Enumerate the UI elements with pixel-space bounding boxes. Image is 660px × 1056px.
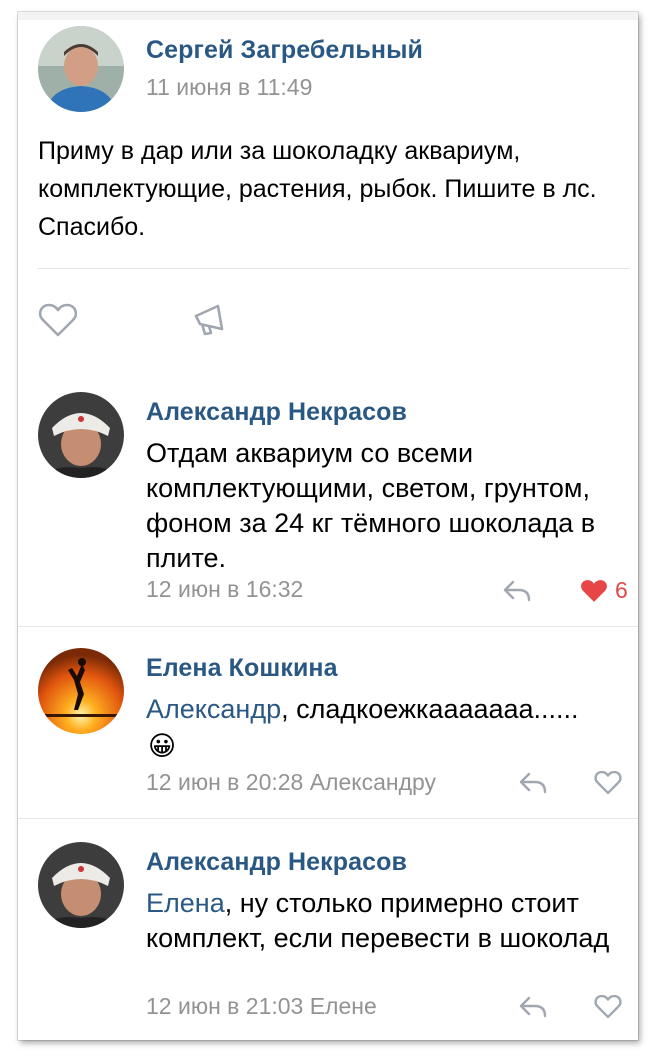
comment-like-button[interactable] [594, 770, 622, 800]
post-share-button[interactable] [192, 302, 232, 343]
post-author-avatar[interactable] [38, 26, 124, 112]
comment-text: Отдам аквариум со всеми комплектующими, … [146, 438, 596, 573]
reply-arrow-icon [519, 996, 547, 1018]
heart-outline-icon [594, 770, 622, 795]
comment-text: Александр, сладкоежкааааааа...... [146, 694, 579, 724]
avatar-photo-icon [38, 392, 124, 478]
post-author-name[interactable]: Сергей Загребельный [146, 36, 423, 65]
post-text: Приму в дар или за шоколадку аквариум, к… [38, 137, 597, 241]
comment-meta[interactable]: 12 июн в 16:32 [146, 576, 303, 603]
heart-filled-icon [581, 580, 607, 602]
comment-divider [18, 626, 638, 627]
post-date[interactable]: 11 июня в 11:49 [146, 74, 312, 101]
comment-divider [18, 818, 638, 819]
megaphone-icon [194, 304, 224, 336]
heart-outline-icon [38, 303, 78, 337]
avatar-photo-icon [38, 842, 124, 928]
smile-emoji-icon: 😀 [148, 731, 177, 761]
reply-button[interactable] [518, 771, 548, 800]
mention-link[interactable]: Александр [146, 694, 281, 724]
post-divider [38, 268, 630, 269]
comment-text: Елена, ну столько примерно стоит комплек… [146, 888, 610, 953]
post-card: Сергей Загребельный 11 июня в 11:49 Прим… [18, 12, 638, 1040]
comment-meta[interactable]: 12 июн в 20:28 Александру [146, 769, 436, 796]
comment-author-name[interactable]: Елена Кошкина [146, 654, 338, 683]
comment-like-button[interactable] [579, 578, 609, 609]
avatar-photo-icon [38, 26, 124, 112]
like-count: 6 [615, 577, 628, 603]
comment-author-avatar[interactable] [38, 392, 124, 478]
avatar-sunset-icon [38, 648, 124, 734]
top-bar [18, 12, 638, 20]
comment-author-name[interactable]: Александр Некрасов [146, 398, 407, 427]
comment-author-avatar[interactable] [38, 842, 124, 928]
reply-button[interactable] [518, 995, 548, 1024]
comment-author-name[interactable]: Александр Некрасов [146, 848, 407, 877]
post-like-button[interactable] [38, 302, 78, 343]
comment-meta[interactable]: 12 июн в 21:03 Елене [146, 993, 377, 1020]
mention-link[interactable]: Елена [146, 888, 225, 918]
reply-arrow-icon [519, 772, 547, 794]
comment-author-avatar[interactable] [38, 648, 124, 734]
heart-outline-icon [594, 994, 622, 1019]
comment-like-button[interactable] [594, 994, 622, 1024]
reply-arrow-icon [503, 580, 531, 602]
reply-button[interactable] [502, 579, 532, 608]
